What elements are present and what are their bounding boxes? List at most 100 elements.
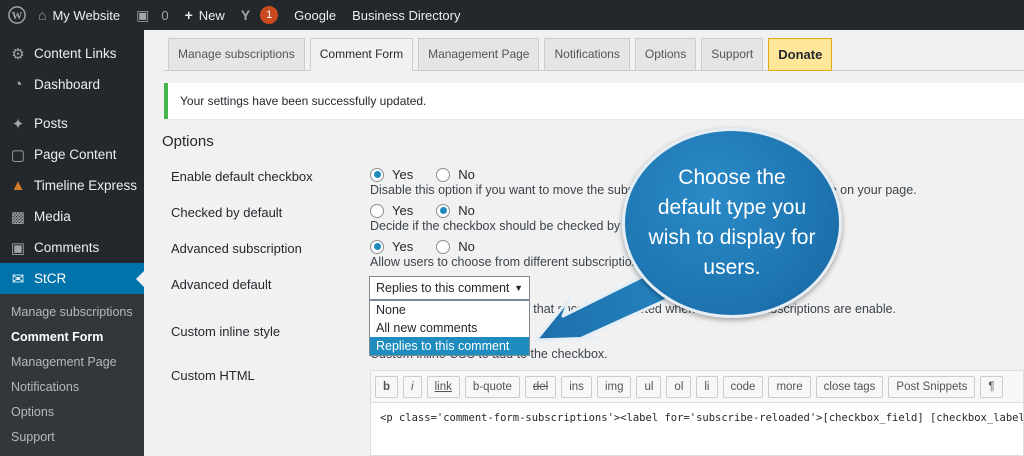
callout-bubble: Choose the default type you wish to disp… (622, 128, 842, 318)
advanced-subscription-label: Advanced subscription (171, 241, 302, 256)
radio-label: Yes (392, 167, 414, 182)
select-value: Replies to this comment (376, 281, 510, 295)
submenu-support[interactable]: Support (0, 425, 144, 450)
checked-default-yes-radio[interactable] (370, 203, 384, 218)
sidebar-item-timeline-express[interactable]: ▲ Timeline Express (0, 170, 144, 201)
tab-support[interactable]: Support (701, 38, 764, 71)
sidebar-item-stcr[interactable]: ✉ StCR (0, 263, 144, 294)
enable-default-radios: Yes No (370, 167, 498, 182)
link-button[interactable]: link (426, 375, 460, 398)
dashboard-icon: ◔ (13, 76, 23, 93)
sidebar-item-label: Media (34, 209, 71, 224)
sidebar-item-media[interactable]: ▩ Media (0, 201, 144, 232)
custom-inline-style-label: Custom inline style (171, 324, 281, 339)
new-label: New (198, 7, 225, 23)
ins-button[interactable]: ins (561, 375, 592, 398)
italic-button[interactable]: i (403, 375, 422, 398)
tab-options[interactable]: Options (634, 38, 697, 71)
advanced-default-dropdown: None All new comments Replies to this co… (369, 300, 530, 356)
more-button[interactable]: more (768, 375, 811, 398)
sidebar-item-label: Content Links (34, 46, 117, 61)
main-content: Manage subscriptions Comment Form Manage… (144, 30, 1024, 456)
timeline-icon: ▲ (10, 177, 26, 194)
enable-default-no-radio[interactable] (436, 167, 451, 182)
plus-icon: + (184, 7, 193, 23)
home-icon: ⌂ (38, 7, 47, 23)
gear-icon: ⚙ (11, 45, 25, 63)
ol-button[interactable]: ol (666, 375, 692, 398)
mail-icon: ✉ (11, 270, 25, 288)
sidebar-item-label: Comments (34, 240, 100, 255)
radio-label: No (458, 239, 475, 254)
advanced-default-select[interactable]: Replies to this comment ▼ (369, 276, 530, 300)
section-title: Options (162, 133, 214, 150)
blockquote-button[interactable]: b-quote (464, 375, 520, 398)
checked-default-radios: Yes No (370, 203, 498, 218)
enable-default-yes-radio[interactable] (370, 167, 384, 182)
quicktags-toolbar: b i link b-quote del ins img ul ol li co… (370, 370, 1024, 402)
comment-icon: ▣ (136, 6, 150, 23)
sidebar-item-posts[interactable]: ✦ Posts (0, 108, 144, 139)
advanced-default-label: Advanced default (171, 277, 272, 292)
svg-text:W: W (12, 10, 23, 22)
yoast-link[interactable]: Y 1 (233, 0, 286, 30)
tab-notifications[interactable]: Notifications (544, 38, 630, 71)
business-directory-label: Business Directory (352, 7, 461, 23)
admin-sidebar: ⚙ Content Links ◔ Dashboard ✦ Posts ▢ Pa… (0, 30, 144, 456)
sidebar-item-label: Dashboard (34, 77, 101, 92)
chevron-down-icon: ▼ (514, 283, 523, 293)
li-button[interactable]: li (696, 375, 718, 398)
new-content-link[interactable]: + New (177, 0, 233, 30)
sidebar-item-dashboard[interactable]: ◔ Dashboard (0, 69, 144, 100)
google-link[interactable]: Google (286, 0, 344, 30)
dropdown-option-all-new-comments[interactable]: All new comments (370, 319, 529, 337)
submenu-manage-subscriptions[interactable]: Manage subscriptions (0, 300, 144, 325)
custom-html-editor[interactable]: <p class='comment-form-subscriptions'><l… (370, 402, 1024, 456)
comments-count: 0 (161, 7, 169, 23)
submenu-notifications[interactable]: Notifications (0, 375, 144, 400)
callout-text: Choose the default type you wish to disp… (648, 166, 816, 279)
advanced-subscription-no-radio[interactable] (436, 239, 451, 254)
sidebar-item-content-links[interactable]: ⚙ Content Links (0, 38, 144, 69)
code-button[interactable]: code (722, 375, 764, 398)
success-notice: Your settings have been successfully upd… (164, 83, 1024, 119)
stcr-submenu: Manage subscriptions Comment Form Manage… (0, 294, 144, 456)
sidebar-item-label: Page Content (34, 147, 117, 162)
tab-donate[interactable]: Donate (768, 38, 833, 71)
admin-bar: W ⌂ My Website ▣ 0 + New Y 1 Google Busi… (0, 0, 1024, 30)
comments-link[interactable]: ▣ 0 (128, 0, 176, 30)
site-name: My Website (52, 7, 121, 23)
radio-label: Yes (392, 203, 414, 218)
enable-default-label: Enable default checkbox (171, 169, 313, 184)
advanced-subscription-yes-radio[interactable] (370, 239, 384, 254)
site-name-link[interactable]: ⌂ My Website (30, 0, 128, 30)
del-button[interactable]: del (524, 375, 557, 398)
sidebar-item-page-content[interactable]: ▢ Page Content (0, 139, 144, 170)
dropdown-option-replies-to-this-comment[interactable]: Replies to this comment (370, 337, 529, 355)
close-tags-button[interactable]: close tags (815, 375, 884, 398)
tab-management-page[interactable]: Management Page (418, 38, 540, 71)
sidebar-item-comments[interactable]: ▣ Comments (0, 232, 144, 263)
radio-label: Yes (392, 239, 414, 254)
pin-icon: ✦ (11, 115, 25, 133)
tab-manage-subscriptions[interactable]: Manage subscriptions (168, 38, 305, 71)
submenu-management-page[interactable]: Management Page (0, 350, 144, 375)
submenu-options[interactable]: Options (0, 400, 144, 425)
checked-default-no-radio[interactable] (436, 203, 451, 218)
sidebar-item-label: StCR (34, 271, 67, 286)
submenu-comment-form[interactable]: Comment Form (0, 325, 144, 350)
dropdown-option-none[interactable]: None (370, 301, 529, 319)
bold-button[interactable]: b (375, 375, 399, 398)
post-snippets-button[interactable]: Post Snippets (888, 375, 976, 398)
advanced-subscription-radios: Yes No (370, 239, 498, 254)
ul-button[interactable]: ul (636, 375, 662, 398)
business-directory-link[interactable]: Business Directory (344, 0, 468, 30)
paragraph-button[interactable]: ¶ (980, 375, 1003, 398)
img-button[interactable]: img (596, 375, 632, 398)
page-icon: ▢ (10, 146, 26, 164)
wordpress-logo-icon[interactable]: W (0, 0, 30, 30)
tab-comment-form[interactable]: Comment Form (309, 38, 414, 71)
yoast-icon: Y (240, 7, 251, 23)
radio-label: No (458, 203, 475, 218)
comment-icon: ▣ (10, 239, 26, 257)
